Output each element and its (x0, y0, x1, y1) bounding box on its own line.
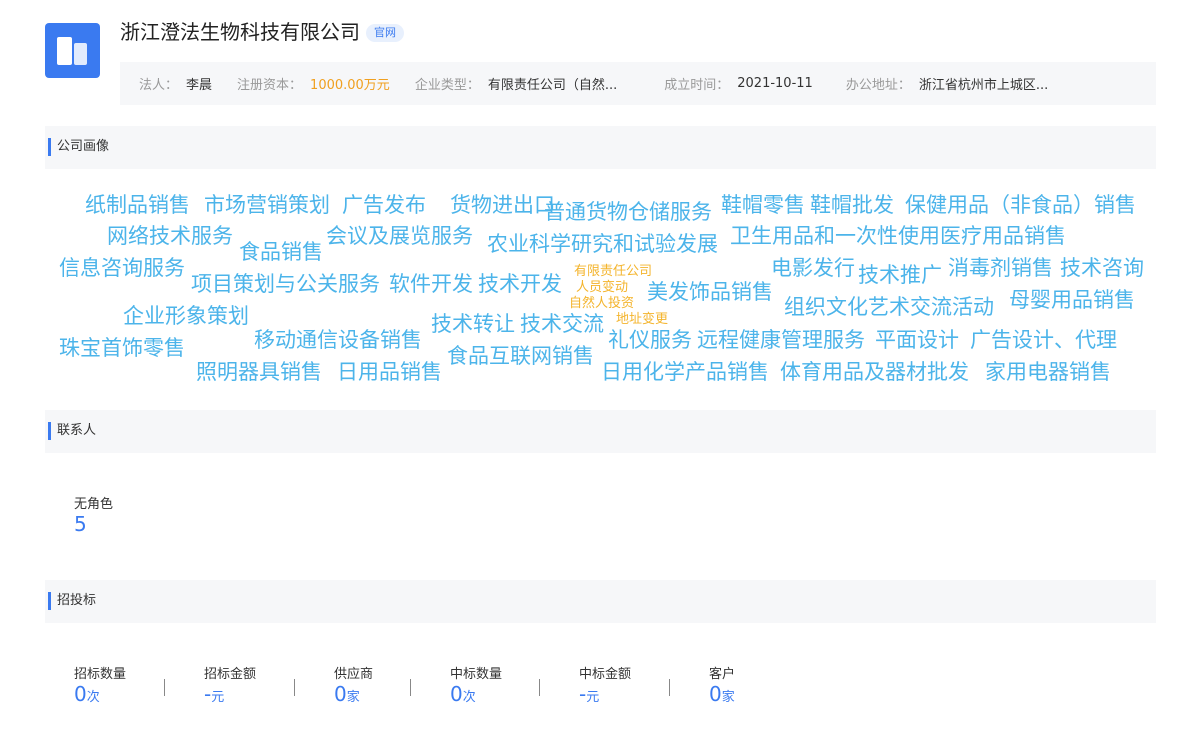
win-count-value[interactable]: 0次 (450, 682, 476, 710)
company-header: 浙江澄法生物科技有限公司 官网 (120, 18, 404, 46)
word-cloud-item: 企业形象策划 (123, 304, 249, 328)
office-address-label: 办公地址： (845, 78, 911, 93)
word-cloud-item: 美发饰品销售 (647, 280, 773, 304)
word-cloud-item: 技术交流 (520, 312, 604, 336)
stat-divider (164, 679, 165, 696)
founded-date-value: 2021-10-11 (737, 76, 813, 91)
company-logo (45, 23, 100, 78)
word-cloud-item: 远程健康管理服务 (697, 328, 865, 352)
customer-label: 客户 (709, 667, 736, 682)
office-address-value: 浙江省杭州市上城区... (918, 78, 1049, 93)
word-cloud-item: 软件开发 (389, 272, 473, 296)
founded-date-label: 成立时间： (664, 78, 730, 93)
stat-divider (294, 679, 295, 696)
section-company-portrait: 公司画像 (45, 126, 1156, 169)
registered-capital-label: 注册资本： (237, 78, 303, 93)
section-contacts: 联系人 (45, 410, 1156, 453)
word-cloud-item: 技术推广 (858, 263, 942, 287)
word-cloud-item: 消毒剂销售 (948, 256, 1053, 280)
word-cloud-item: 项目策划与公关服务 (191, 272, 380, 296)
word-cloud-item: 移动通信设备销售 (254, 328, 422, 352)
supplier-label: 供应商 (334, 667, 374, 682)
word-cloud-item: 技术开发 (478, 272, 562, 296)
bid-amount-value: -元 (204, 682, 225, 706)
word-cloud-item: 货物进出口 (450, 193, 555, 217)
legal-person-label: 法人： (139, 78, 179, 93)
word-cloud-item: 卫生用品和一次性使用医疗用品销售 (730, 224, 1066, 248)
word-cloud-item: 母婴用品销售 (1009, 288, 1135, 312)
word-cloud-item: 礼仪服务 (608, 328, 692, 352)
stat-divider (410, 679, 411, 696)
company-type-value: 有限责任公司（自然... (487, 78, 618, 93)
word-cloud-item: 电影发行 (771, 256, 855, 280)
section-accent-bar (48, 592, 51, 610)
win-amount-label: 中标金额 (579, 667, 632, 682)
word-cloud-item: 保健用品（非食品）销售 (905, 193, 1136, 217)
contact-role-count[interactable]: 5 (74, 512, 87, 536)
section-bidding: 招投标 (45, 580, 1156, 623)
section-title: 联系人 (57, 423, 97, 438)
official-site-badge[interactable]: 官网 (366, 24, 404, 42)
business-scope-word-cloud: 纸制品销售 市场营销策划 广告发布 货物进出口 普通货物仓储服务 鞋帽零售 鞋帽… (45, 170, 1156, 395)
word-cloud-item: 鞋帽零售 (721, 193, 805, 217)
supplier-value[interactable]: 0家 (334, 682, 360, 710)
word-cloud-item: 市场营销策划 (204, 193, 330, 217)
stat-divider (539, 679, 540, 696)
word-cloud-item: 日用化学产品销售 (601, 360, 769, 384)
word-cloud-item: 鞋帽批发 (810, 193, 894, 217)
word-cloud-item: 技术转让 (431, 312, 515, 336)
word-cloud-item: 信息咨询服务 (59, 256, 185, 280)
word-cloud-item: 珠宝首饰零售 (59, 336, 185, 360)
word-cloud-item: 技术咨询 (1060, 256, 1144, 280)
section-accent-bar (48, 138, 51, 156)
section-accent-bar (48, 422, 51, 440)
word-cloud-item: 家用电器销售 (985, 360, 1111, 384)
word-cloud-item: 纸制品销售 (85, 193, 190, 217)
word-cloud-item: 组织文化艺术交流活动 (784, 295, 994, 319)
registered-capital-value: 1000.00万元 (310, 78, 390, 93)
word-cloud-item: 体育用品及器材批发 (780, 360, 969, 384)
section-title: 公司画像 (57, 139, 110, 154)
word-cloud-item: 农业科学研究和试验发展 (487, 232, 718, 256)
word-cloud-item: 广告设计、代理 (970, 328, 1117, 352)
word-cloud-item: 食品互联网销售 (447, 344, 594, 368)
word-cloud-item: 会议及展览服务 (326, 224, 473, 248)
word-cloud-item: 普通货物仓储服务 (544, 200, 712, 224)
customer-value[interactable]: 0家 (709, 682, 735, 710)
word-cloud-tag: 自然人投资 (569, 296, 635, 311)
company-type-label: 企业类型： (414, 78, 480, 93)
word-cloud-tag: 地址变更 (616, 312, 669, 327)
contact-role-label: 无角色 (74, 497, 114, 512)
word-cloud-item: 照明器具销售 (196, 360, 322, 384)
word-cloud-tag: 有限责任公司 (574, 264, 653, 279)
word-cloud-tag: 人员变动 (576, 280, 629, 295)
stat-divider (669, 679, 670, 696)
word-cloud-item: 食品销售 (239, 240, 323, 264)
win-amount-value: -元 (579, 682, 600, 706)
bid-count-label: 招标数量 (74, 667, 127, 682)
section-title: 招投标 (57, 593, 97, 608)
legal-person-value[interactable]: 李晨 (186, 74, 212, 93)
word-cloud-item: 日用品销售 (337, 360, 442, 384)
bid-count-value[interactable]: 0次 (74, 682, 100, 710)
company-name: 浙江澄法生物科技有限公司 (120, 20, 360, 44)
word-cloud-item: 网络技术服务 (107, 224, 233, 248)
word-cloud-item: 平面设计 (875, 328, 959, 352)
win-count-label: 中标数量 (450, 667, 503, 682)
word-cloud-item: 广告发布 (342, 193, 426, 217)
company-info-bar: 法人： 李晨 注册资本： 1000.00万元 企业类型： 有限责任公司（自然..… (120, 62, 1156, 105)
bid-amount-label: 招标金额 (204, 667, 257, 682)
